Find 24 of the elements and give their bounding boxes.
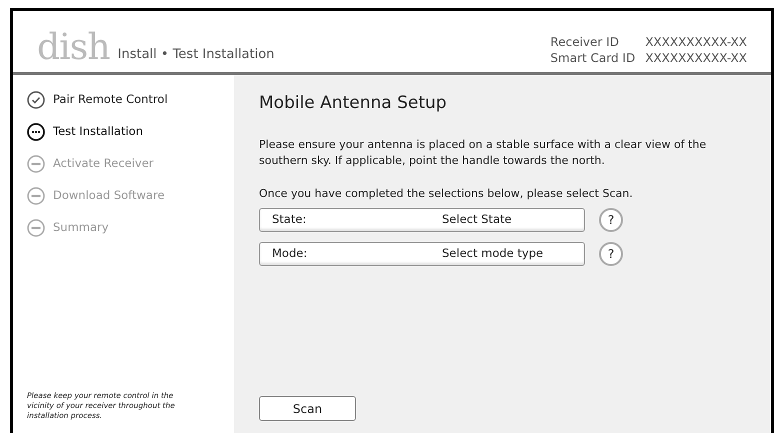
dropdown[interactable]: Mode: Select mode type: [259, 242, 585, 266]
step-label: Test Installation: [53, 123, 143, 140]
step-label: Pair Remote Control: [53, 91, 168, 108]
logo: dish: [37, 30, 110, 66]
minus-circle-icon: [27, 155, 45, 173]
id-label: Receiver ID: [550, 34, 620, 50]
page-title: Mobile Antenna Setup: [259, 92, 448, 115]
scan-button[interactable]: Scan: [259, 396, 356, 421]
ellipsis-circle-icon: [27, 123, 45, 141]
help-button[interactable]: ?: [599, 242, 623, 266]
instructions: Please ensure your antenna is placed on a stable surface with a clear view of the southern sky. If applicable, point the handle towards the north.: [259, 136, 708, 168]
minus-circle-icon: [27, 219, 45, 237]
dropdown[interactable]: State: Select State: [259, 208, 585, 232]
check-circle-icon: [27, 91, 45, 109]
id-value: XXXXXXXXXX-XX: [645, 50, 747, 66]
step-label: Summary: [53, 219, 109, 236]
step-label: Activate Receiver: [53, 155, 154, 172]
help-button[interactable]: ?: [599, 208, 623, 232]
step-label: Download Software: [53, 187, 165, 204]
id-label: Smart Card ID: [550, 50, 636, 66]
breadcrumb: Install • Test Installation: [118, 46, 274, 64]
prompt: Once you have completed the selections below, please select Scan.: [259, 186, 634, 202]
id-value: XXXXXXXXXX-XX: [645, 34, 747, 50]
minus-circle-icon: [27, 187, 45, 205]
